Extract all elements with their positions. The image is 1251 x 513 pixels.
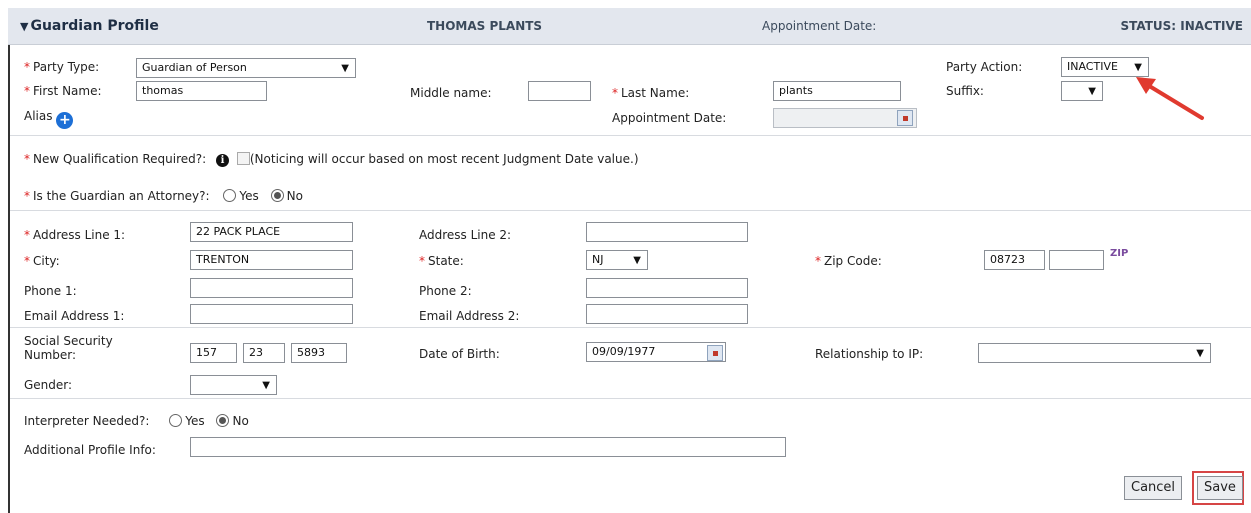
email2-input[interactable] (586, 304, 748, 324)
chevron-down-icon: ▼ (633, 255, 641, 266)
profile-header: ▼ Guardian Profile THOMAS PLANTS Appointm… (8, 8, 1251, 45)
city-input[interactable]: TRENTON (190, 250, 353, 270)
required-star: * (24, 60, 30, 74)
attorney-yes-radio[interactable] (223, 189, 237, 202)
city-label: * City: (24, 254, 60, 268)
required-star: * (24, 254, 30, 268)
cancel-button[interactable]: Cancel (1124, 476, 1183, 500)
party-type-label: * Party Type: (24, 60, 100, 74)
zip-label: * Zip Code: (815, 254, 882, 268)
calendar-icon[interactable] (897, 110, 913, 126)
gender-select[interactable]: ▼ (190, 375, 277, 395)
address-line1-label: * Address Line 1: (24, 228, 126, 242)
gender-label: Gender: (24, 378, 73, 392)
required-star: * (24, 228, 30, 242)
required-star: * (612, 86, 618, 100)
save-button[interactable]: Save (1197, 476, 1243, 500)
state-label: * State: (419, 254, 464, 268)
divider (10, 327, 1251, 328)
middle-name-label: Middle name: (410, 86, 492, 100)
zip-ext-input[interactable] (1049, 250, 1104, 270)
appointment-date-input (773, 108, 917, 128)
party-type-value: Guardian of Person (142, 61, 247, 74)
header-appointment-date: Appointment Date: (762, 19, 877, 33)
state-value: NJ (592, 253, 604, 266)
additional-info-input[interactable] (190, 437, 786, 457)
dob-input[interactable]: 09/09/1977 (586, 342, 726, 362)
status-badge: STATUS: INACTIVE (1120, 19, 1243, 33)
attorney-yes-label: Yes (239, 189, 259, 203)
qualification-checkbox[interactable] (236, 152, 250, 165)
additional-info-label: Additional Profile Info: (24, 443, 156, 457)
address-line2-input[interactable] (586, 222, 748, 242)
required-star: * (24, 152, 30, 166)
required-star: * (815, 254, 821, 268)
red-arrow-annotation (1136, 77, 1204, 120)
interpreter-row: Interpreter Needed?: Yes No (24, 414, 249, 428)
state-select[interactable]: NJ ▼ (586, 250, 648, 270)
party-type-select[interactable]: Guardian of Person ▼ (136, 58, 356, 78)
attorney-no-label: No (286, 189, 303, 203)
address-line2-label: Address Line 2: (419, 228, 512, 242)
required-star: * (24, 84, 30, 98)
phone1-input[interactable] (190, 278, 353, 298)
divider (10, 135, 1251, 136)
ssn-part2-input[interactable]: 23 (243, 343, 285, 363)
plus-circle-icon[interactable]: + (56, 112, 74, 129)
section-title: Guardian Profile (30, 18, 159, 34)
section-toggle[interactable]: ▼ Guardian Profile (20, 18, 159, 34)
first-name-input[interactable]: thomas (136, 81, 267, 101)
chevron-down-icon: ▼ (1196, 348, 1204, 359)
ssn-part1-input[interactable]: 157 (190, 343, 237, 363)
phone2-input[interactable] (586, 278, 748, 298)
party-action-value: INACTIVE (1067, 60, 1118, 73)
appointment-date-label: Appointment Date: (612, 111, 727, 125)
attorney-no-radio[interactable] (270, 189, 284, 202)
chevron-down-icon: ▼ (262, 380, 270, 391)
email2-label: Email Address 2: (419, 309, 520, 323)
ssn-part3-input[interactable]: 5893 (291, 343, 347, 363)
address-line1-input[interactable]: 22 PACK PLACE (190, 222, 353, 242)
qualification-row: * New Qualification Required?: i (Noticin… (24, 152, 639, 167)
last-name-label: * Last Name: (612, 86, 690, 100)
suffix-label: Suffix: (946, 84, 984, 98)
zip-input[interactable]: 08723 (984, 250, 1045, 270)
qualification-note: (Noticing will occur based on most recen… (249, 152, 639, 166)
interpreter-yes-radio[interactable] (169, 414, 183, 427)
chevron-down-icon: ▼ (341, 63, 349, 74)
alias-label: Alias + (24, 109, 74, 129)
middle-name-input[interactable] (528, 81, 591, 101)
email1-label: Email Address 1: (24, 309, 125, 323)
last-name-input[interactable]: plants (773, 81, 901, 101)
ssn-label: Social Security Number: (24, 334, 113, 362)
interpreter-no-radio[interactable] (216, 414, 230, 427)
collapse-triangle-icon: ▼ (20, 20, 29, 33)
required-star: * (419, 254, 425, 268)
zip-lookup-icon[interactable]: ZIP (1110, 248, 1128, 259)
divider (10, 210, 1251, 211)
relationship-select[interactable]: ▼ (978, 343, 1211, 363)
divider (10, 398, 1251, 399)
info-icon[interactable]: i (216, 154, 230, 167)
email1-input[interactable] (190, 304, 353, 324)
first-name-label: * First Name: (24, 84, 102, 98)
phone2-label: Phone 2: (419, 284, 472, 298)
party-action-label: Party Action: (946, 60, 1023, 74)
suffix-select[interactable]: ▼ (1061, 81, 1103, 101)
party-name: THOMAS PLANTS (427, 19, 543, 33)
chevron-down-icon: ▼ (1088, 86, 1096, 97)
interpreter-no-label: No (232, 414, 249, 428)
relationship-label: Relationship to IP: (815, 347, 924, 361)
attorney-row: * Is the Guardian an Attorney?: Yes No (24, 189, 303, 203)
interpreter-yes-label: Yes (185, 414, 205, 428)
phone1-label: Phone 1: (24, 284, 77, 298)
calendar-icon[interactable] (707, 345, 723, 361)
dob-label: Date of Birth: (419, 347, 500, 361)
required-star: * (24, 189, 30, 203)
